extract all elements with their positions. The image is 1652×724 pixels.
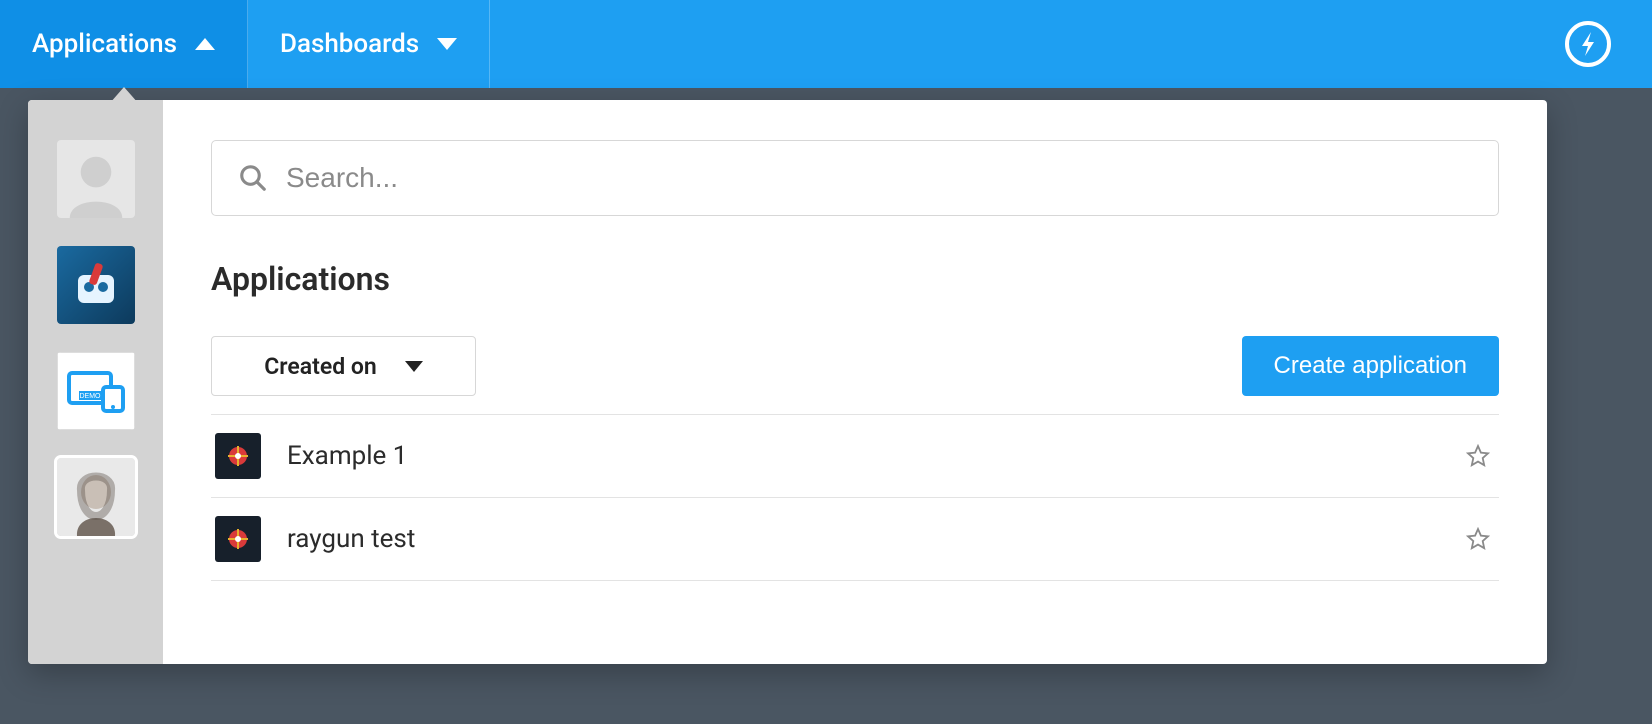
- search-icon: [238, 163, 268, 193]
- applications-list: Example 1 raygun test: [211, 414, 1499, 581]
- caret-up-icon: [195, 38, 215, 50]
- person-photo-icon: [57, 458, 135, 536]
- demo-icon: DEMO: [57, 352, 135, 430]
- favorite-star-button[interactable]: [1461, 522, 1495, 556]
- section-title: Applications: [211, 260, 1499, 298]
- star-outline-icon: [1466, 444, 1490, 468]
- account-sidebar: DEMO: [28, 100, 163, 664]
- app-icon: [215, 516, 261, 562]
- search-input[interactable]: [286, 162, 1472, 194]
- chevron-down-icon: [405, 361, 423, 372]
- sidebar-avatar-robot[interactable]: [57, 246, 135, 324]
- topbar-spacer: [490, 0, 1564, 88]
- sidebar-avatar-person[interactable]: [57, 458, 135, 536]
- bolt-button[interactable]: [1564, 0, 1652, 88]
- create-application-button[interactable]: Create application: [1242, 336, 1499, 396]
- favorite-star-button[interactable]: [1461, 439, 1495, 473]
- sort-selected-label: Created on: [264, 353, 376, 380]
- application-row[interactable]: Example 1: [211, 415, 1499, 498]
- sidebar-avatar-demo[interactable]: DEMO: [57, 352, 135, 430]
- svg-text:DEMO: DEMO: [79, 393, 101, 400]
- list-toolbar: Created on Create application: [211, 336, 1499, 396]
- tab-dashboards-label: Dashboards: [280, 29, 419, 59]
- sidebar-avatar-placeholder[interactable]: [57, 140, 135, 218]
- app-icon: [215, 433, 261, 479]
- app-name: raygun test: [287, 524, 1435, 554]
- bolt-icon: [1564, 20, 1612, 68]
- tab-applications-label: Applications: [32, 29, 177, 59]
- application-row[interactable]: raygun test: [211, 498, 1499, 581]
- tab-applications[interactable]: Applications: [0, 0, 248, 88]
- star-outline-icon: [1466, 527, 1490, 551]
- applications-dropdown-panel: DEMO A: [28, 100, 1547, 664]
- tab-dashboards[interactable]: Dashboards: [248, 0, 490, 88]
- app-name: Example 1: [287, 441, 1435, 471]
- person-silhouette-icon: [57, 140, 135, 218]
- search-field[interactable]: [211, 140, 1499, 216]
- robot-icon: [57, 246, 135, 324]
- caret-down-icon: [437, 38, 457, 50]
- topbar: Applications Dashboards: [0, 0, 1652, 88]
- dropdown-pointer: [110, 87, 138, 103]
- sort-dropdown[interactable]: Created on: [211, 336, 476, 396]
- panel-main: Applications Created on Create applicati…: [163, 100, 1547, 664]
